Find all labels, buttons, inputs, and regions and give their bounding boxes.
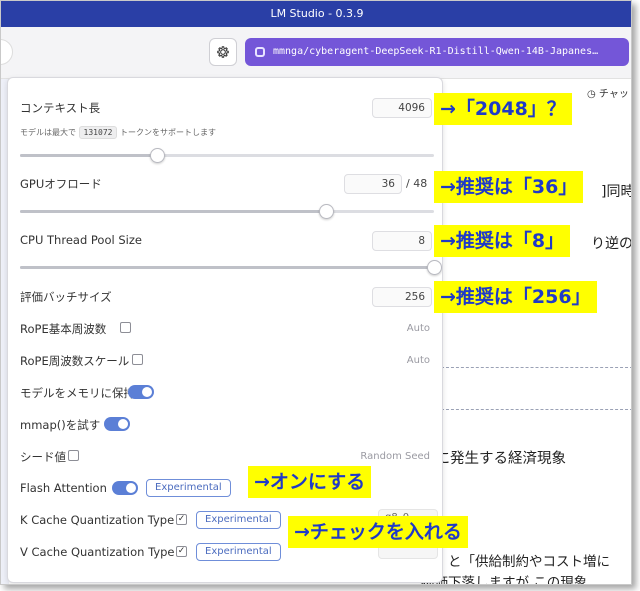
batch-size-input[interactable]: 256 xyxy=(372,287,432,307)
avatar[interactable] xyxy=(1,39,13,65)
rope-scale-value: Auto xyxy=(406,355,430,366)
annotation-batch: →推奨は「256」 xyxy=(434,281,597,313)
v-cache-label: V Cache Quantization Type xyxy=(20,545,175,559)
model-icon xyxy=(255,47,265,57)
model-selector[interactable]: mmnga/cyberagent-DeepSeek-R1-Distill-Qwe… xyxy=(245,38,629,66)
experimental-badge: Experimental xyxy=(146,479,231,497)
flash-attention-label: Flash Attention xyxy=(20,481,107,495)
app-window: LM Studio - 0.3.9 mmnga/cyberagent-DeepS… xyxy=(0,0,632,585)
cpu-thread-input[interactable]: 8 xyxy=(372,231,432,251)
slider-fill xyxy=(20,210,327,213)
rope-base-checkbox[interactable] xyxy=(120,322,131,333)
keep-in-memory-label: モデルをメモリに保持 xyxy=(20,386,135,400)
gpu-offload-slider[interactable] xyxy=(20,204,434,219)
chat-text-fragment: ]同時 xyxy=(601,184,632,200)
k-cache-label: K Cache Quantization Type xyxy=(20,513,175,527)
chat-text-fragment: 滞」と「供給制約やコスト増に xyxy=(421,554,610,570)
seed-checkbox[interactable] xyxy=(68,450,79,461)
seed-label: シード値 xyxy=(20,450,66,464)
experimental-badge: Experimental xyxy=(196,543,281,561)
context-length-input[interactable]: 4096 xyxy=(372,98,432,118)
experimental-badge: Experimental xyxy=(196,511,281,529)
chat-divider xyxy=(441,409,631,410)
gpu-offload-max: / 48 xyxy=(406,177,428,190)
rope-scale-label: RoPE周波数スケール xyxy=(20,354,130,368)
rope-base-value: Auto xyxy=(406,323,430,334)
annotation-cpu: →推奨は「8」 xyxy=(434,225,571,257)
clock-icon: ◷ xyxy=(587,89,596,100)
annotation-flash: →オンにする xyxy=(248,466,372,498)
keep-in-memory-toggle[interactable] xyxy=(128,385,154,399)
annotation-cache: →チェックを入れる xyxy=(288,516,468,548)
gear-icon xyxy=(217,46,229,58)
chat-text-fragment: 物価下落しますが この現象 xyxy=(421,575,588,585)
top-toolbar: mmnga/cyberagent-DeepSeek-R1-Distill-Qwe… xyxy=(1,27,631,79)
model-name: mmnga/cyberagent-DeepSeek-R1-Distill-Qwe… xyxy=(273,46,599,57)
annotation-context: →「2048」？ xyxy=(434,93,572,125)
gpu-offload-label: GPUオフロード xyxy=(20,177,102,191)
mmap-label: mmap()を試す xyxy=(20,418,101,432)
k-cache-checkbox[interactable]: ✓ xyxy=(176,514,187,525)
chat-divider xyxy=(441,367,631,368)
slider-fill xyxy=(20,154,157,157)
rope-base-label: RoPE基本周波数 xyxy=(20,322,107,336)
slider-thumb[interactable] xyxy=(149,148,165,163)
window-title: LM Studio - 0.3.9 xyxy=(1,1,631,27)
chat-tab[interactable]: ◷ チャッ xyxy=(587,85,629,100)
context-length-hint: モデルは最大で 131072 トークンをサポートします xyxy=(20,126,216,139)
context-length-label: コンテキスト長 xyxy=(20,101,101,115)
mmap-toggle[interactable] xyxy=(104,417,130,431)
annotation-gpu: →推奨は「36」 xyxy=(434,171,584,203)
settings-gear-button[interactable] xyxy=(209,38,237,66)
chat-text-fragment: り逆の xyxy=(591,236,632,252)
flash-attention-toggle[interactable] xyxy=(112,481,138,495)
v-cache-checkbox[interactable]: ✓ xyxy=(176,546,187,557)
chat-area xyxy=(441,79,631,584)
seed-value: Random Seed xyxy=(360,451,430,462)
slider-thumb[interactable] xyxy=(319,204,335,219)
gpu-offload-input[interactable]: 36 xyxy=(344,174,402,194)
slider-thumb[interactable] xyxy=(427,260,442,275)
load-settings-panel: コンテキスト長 4096 モデルは最大で 131072 トークンをサポートします… xyxy=(7,77,443,583)
slider-fill xyxy=(20,266,434,269)
rope-scale-checkbox[interactable] xyxy=(132,354,143,365)
cpu-thread-slider[interactable] xyxy=(20,260,442,275)
context-length-slider[interactable] xyxy=(20,148,434,163)
batch-size-label: 評価バッチサイズ xyxy=(20,290,112,304)
cpu-thread-label: CPU Thread Pool Size xyxy=(20,233,142,247)
